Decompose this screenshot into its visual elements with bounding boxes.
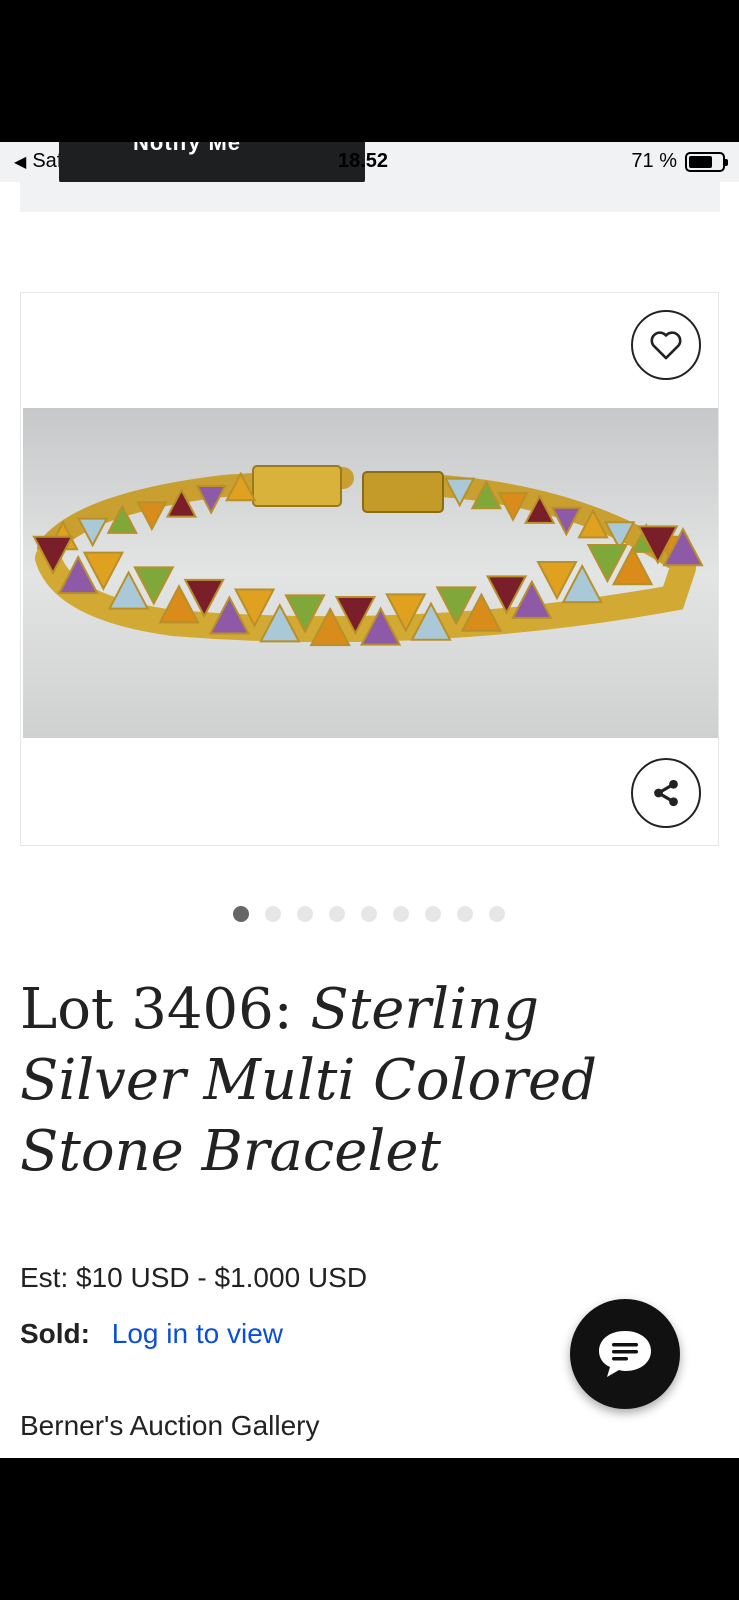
lot-number: Lot 3406:	[20, 977, 293, 1042]
carousel-dot[interactable]	[233, 906, 249, 922]
carousel-dot[interactable]	[393, 906, 409, 922]
carousel-dot[interactable]	[489, 906, 505, 922]
top-letterbox	[0, 0, 739, 142]
chat-button[interactable]	[570, 1299, 680, 1409]
back-arrow-icon: ◀	[14, 153, 27, 171]
carousel-pager	[233, 906, 505, 922]
battery-indicator: 71 %	[631, 150, 728, 173]
status-bar: ◀ Safari Notify Me 18.52 71 %	[0, 142, 739, 183]
image-carousel[interactable]	[20, 292, 719, 846]
lot-title: Lot 3406: Sterling Silver Multi Colored …	[20, 974, 720, 1187]
share-button[interactable]	[631, 758, 701, 828]
battery-icon	[685, 151, 728, 172]
auction-house-name[interactable]: Berner's Auction Gallery	[20, 1410, 319, 1442]
carousel-dot[interactable]	[425, 906, 441, 922]
login-to-view-link[interactable]: Log in to view	[112, 1318, 283, 1349]
carousel-dot[interactable]	[329, 906, 345, 922]
lot-photo[interactable]	[23, 408, 718, 738]
carousel-dot[interactable]	[297, 906, 313, 922]
bracelet-photo	[23, 408, 718, 738]
heart-icon	[650, 331, 682, 360]
carousel-dot[interactable]	[265, 906, 281, 922]
share-icon	[654, 779, 678, 807]
notification-banner[interactable]: Notify Me	[59, 142, 365, 183]
carousel-dot[interactable]	[361, 906, 377, 922]
notification-text: Notify Me	[133, 142, 241, 155]
clock: 18.52	[338, 150, 389, 172]
sold-row: Sold: Log in to view	[20, 1318, 283, 1350]
favorite-button[interactable]	[631, 310, 701, 380]
address-bar[interactable]	[20, 182, 720, 212]
chat-bubble-icon	[599, 1331, 651, 1377]
estimate: Est: $10 USD - $1.000 USD	[20, 1262, 368, 1293]
battery-percent: 71 %	[631, 150, 677, 172]
carousel-dot[interactable]	[457, 906, 473, 922]
bottom-letterbox	[0, 1458, 739, 1600]
screen: ◀ Safari Notify Me 18.52 71 %	[0, 142, 739, 1458]
sold-label: Sold:	[20, 1318, 90, 1349]
